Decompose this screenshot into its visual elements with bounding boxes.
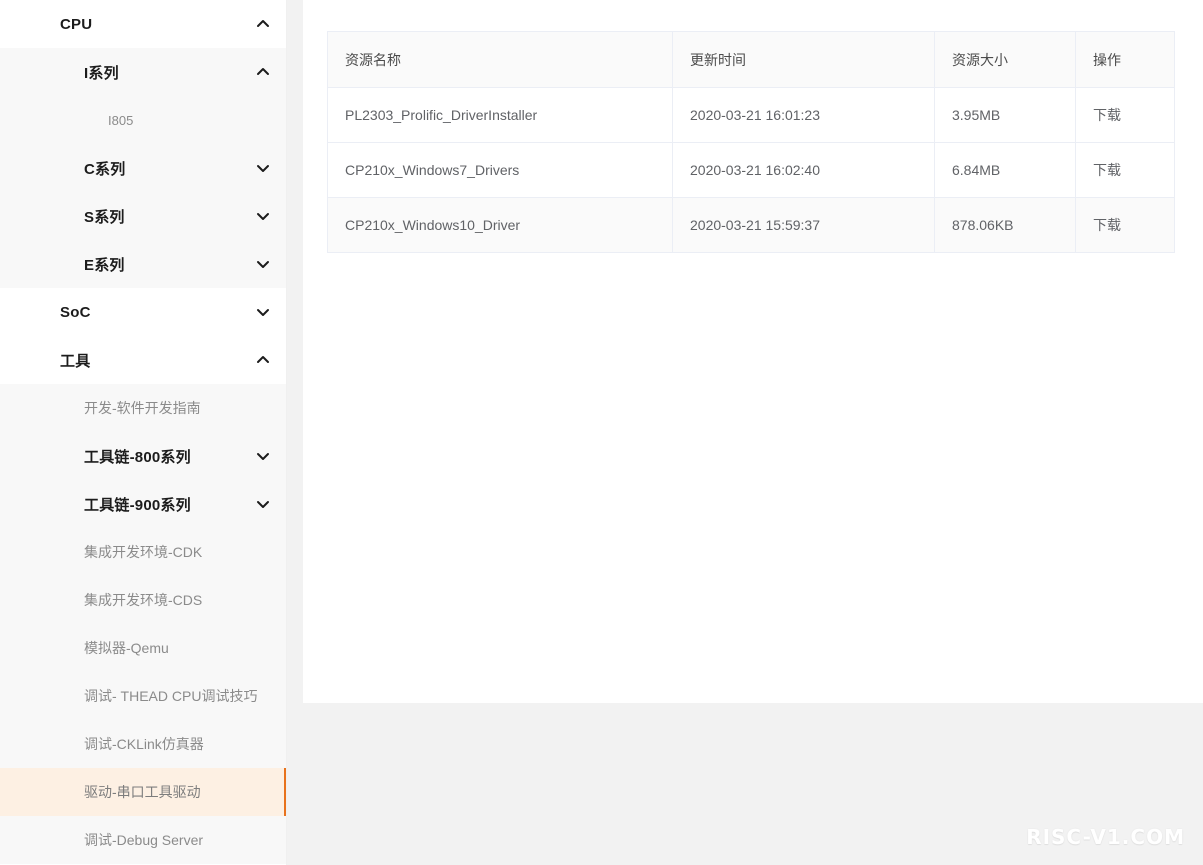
sidebar-item-s-series[interactable]: S系列 xyxy=(0,192,287,240)
chevron-down-icon[interactable] xyxy=(255,208,271,224)
sidebar-item-tools[interactable]: 工具 xyxy=(0,336,287,384)
sidebar-item-thead-cpu-debug[interactable]: 调试- THEAD CPU调试技巧 xyxy=(0,672,287,720)
sidebar-item-label: I805 xyxy=(108,112,134,128)
sidebar-item-label: 工具 xyxy=(60,352,91,370)
sidebar-submenu-panel: 开发-软件开发指南 工具链-800系列 工具链-900系列 集成开发环境-CDK 集成开… xyxy=(0,384,287,864)
sidebar-item-cklink[interactable]: 调试-CKLink仿真器 xyxy=(0,720,287,768)
sidebar-item-label: S系列 xyxy=(84,208,125,226)
chevron-up-icon[interactable] xyxy=(255,352,271,368)
cell-resource-name: CP210x_Windows7_Drivers xyxy=(327,142,673,198)
sidebar-item-cpu[interactable]: CPU xyxy=(0,0,287,48)
sidebar-item-i-series[interactable]: I系列 xyxy=(0,48,287,96)
sidebar-item-debug-server[interactable]: 调试-Debug Server xyxy=(0,816,287,864)
cell-resource-name: CP210x_Windows10_Driver xyxy=(327,197,673,253)
column-header-size: 资源大小 xyxy=(934,31,1076,88)
cell-resource-size: 3.95MB xyxy=(934,87,1076,143)
column-header-name: 资源名称 xyxy=(327,31,673,88)
sidebar-item-label: SoC xyxy=(60,303,91,321)
resource-table-body: PL2303_Prolific_DriverInstaller 2020-03-2… xyxy=(327,87,1175,253)
sidebar-item-label: 驱动-串口工具驱动 xyxy=(84,784,201,800)
main-content-panel: 资源名称 更新时间 资源大小 操作 PL2303_Prolific_Driver… xyxy=(303,0,1203,703)
download-link[interactable]: 下载 xyxy=(1075,87,1175,143)
chevron-up-icon[interactable] xyxy=(255,64,271,80)
chevron-down-icon[interactable] xyxy=(255,304,271,320)
resource-table: 资源名称 更新时间 资源大小 操作 PL2303_Prolific_Driver… xyxy=(327,31,1175,253)
sidebar-item-serial-driver[interactable]: 驱动-串口工具驱动 xyxy=(0,768,287,816)
sidebar-item-toolchain-900[interactable]: 工具链-900系列 xyxy=(0,480,287,528)
sidebar-navigation: CPU I系列 I805 C系列 S系列 E系列 SoC 工具开发-软件开发指南 工具链-800… xyxy=(0,0,287,865)
sidebar-item-e-series[interactable]: E系列 xyxy=(0,240,287,288)
column-header-action: 操作 xyxy=(1075,31,1175,88)
sidebar-item-label: 开发-软件开发指南 xyxy=(84,400,201,416)
sidebar-item-ide-cds[interactable]: 集成开发环境-CDS xyxy=(0,576,287,624)
resource-table-head: 资源名称 更新时间 资源大小 操作 xyxy=(327,31,1175,88)
column-header-updated: 更新时间 xyxy=(672,31,935,88)
chevron-down-icon[interactable] xyxy=(255,496,271,512)
sidebar-item-label: C系列 xyxy=(84,160,126,178)
sidebar-item-label: 模拟器-Qemu xyxy=(84,640,169,656)
download-link[interactable]: 下载 xyxy=(1075,142,1175,198)
cell-resource-size: 6.84MB xyxy=(934,142,1076,198)
sidebar-item-label: 集成开发环境-CDK xyxy=(84,544,203,560)
chevron-up-icon[interactable] xyxy=(255,16,271,32)
chevron-down-icon[interactable] xyxy=(255,256,271,272)
sidebar-item-dev-guide[interactable]: 开发-软件开发指南 xyxy=(0,384,287,432)
table-row: PL2303_Prolific_DriverInstaller 2020-03-2… xyxy=(327,87,1175,143)
cell-updated-time: 2020-03-21 15:59:37 xyxy=(672,197,935,253)
download-link[interactable]: 下载 xyxy=(1075,197,1175,253)
sidebar-item-label: 调试-CKLink仿真器 xyxy=(84,736,204,752)
sidebar-item-label: I系列 xyxy=(84,64,119,82)
sidebar-item-label: 集成开发环境-CDS xyxy=(84,592,203,608)
sidebar-item-label: 工具链-900系列 xyxy=(84,496,191,514)
table-row: CP210x_Windows7_Drivers 2020-03-21 16:02:… xyxy=(327,142,1175,198)
sidebar-item-label: 调试- THEAD CPU调试技巧 xyxy=(84,688,258,704)
sidebar-item-i805[interactable]: I805 xyxy=(0,96,287,144)
chevron-down-icon[interactable] xyxy=(255,448,271,464)
sidebar-item-label: 调试-Debug Server xyxy=(84,832,204,848)
sidebar-item-label: CPU xyxy=(60,15,93,33)
chevron-down-icon[interactable] xyxy=(255,160,271,176)
table-header-row: 资源名称 更新时间 资源大小 操作 xyxy=(327,31,1175,88)
sidebar-item-soc[interactable]: SoC xyxy=(0,288,287,336)
cell-updated-time: 2020-03-21 16:01:23 xyxy=(672,87,935,143)
sidebar-item-label: 工具链-800系列 xyxy=(84,448,191,466)
sidebar-item-toolchain-800[interactable]: 工具链-800系列 xyxy=(0,432,287,480)
table-row: CP210x_Windows10_Driver 2020-03-21 15:59:… xyxy=(327,197,1175,253)
sidebar-item-qemu[interactable]: 模拟器-Qemu xyxy=(0,624,287,672)
resource-table-wrapper: 资源名称 更新时间 资源大小 操作 PL2303_Prolific_Driver… xyxy=(327,31,1175,253)
sidebar-item-c-series[interactable]: C系列 xyxy=(0,144,287,192)
sidebar-item-label: E系列 xyxy=(84,256,125,274)
page-root: CPU I系列 I805 C系列 S系列 E系列 SoC 工具开发-软件开发指南 工具链-800… xyxy=(0,0,1203,865)
sidebar-item-ide-cdk[interactable]: 集成开发环境-CDK xyxy=(0,528,287,576)
cell-resource-size: 878.06KB xyxy=(934,197,1076,253)
sidebar-submenu-panel: I系列 I805 C系列 S系列 E系列 xyxy=(0,48,287,288)
site-watermark: RISC-V1.COM xyxy=(1026,825,1185,849)
cell-updated-time: 2020-03-21 16:02:40 xyxy=(672,142,935,198)
cell-resource-name: PL2303_Prolific_DriverInstaller xyxy=(327,87,673,143)
